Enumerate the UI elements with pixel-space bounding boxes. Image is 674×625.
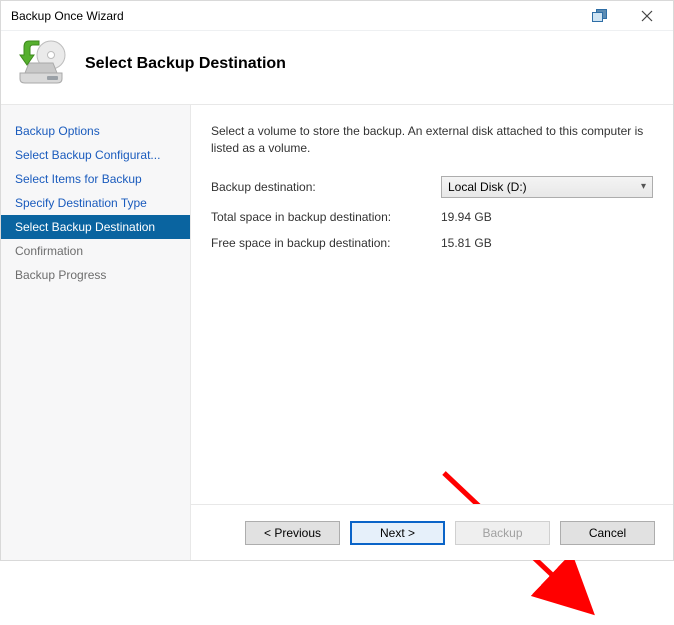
previous-button[interactable]: < Previous bbox=[245, 521, 340, 545]
window-title: Backup Once Wizard bbox=[11, 9, 577, 23]
sidebar-item-destination-type[interactable]: Specify Destination Type bbox=[1, 191, 190, 215]
free-space-label: Free space in backup destination: bbox=[211, 236, 441, 250]
wizard-window: Backup Once Wizard bbox=[0, 0, 674, 561]
sidebar-item-backup-options[interactable]: Backup Options bbox=[1, 119, 190, 143]
total-space-value: 19.94 GB bbox=[441, 210, 492, 224]
cancel-button[interactable]: Cancel bbox=[560, 521, 655, 545]
step-sidebar: Backup Options Select Backup Configurat.… bbox=[1, 105, 191, 560]
sidebar-item-backup-destination[interactable]: Select Backup Destination bbox=[1, 215, 190, 239]
backup-button: Backup bbox=[455, 521, 550, 545]
wizard-header: Select Backup Destination bbox=[1, 31, 673, 105]
next-button[interactable]: Next > bbox=[350, 521, 445, 545]
backup-disc-icon bbox=[17, 39, 67, 88]
destination-label: Backup destination: bbox=[211, 180, 441, 194]
titlebar-controls bbox=[577, 2, 669, 30]
sidebar-item-select-items[interactable]: Select Items for Backup bbox=[1, 167, 190, 191]
wizard-body: Backup Options Select Backup Configurat.… bbox=[1, 105, 673, 560]
free-space-value: 15.81 GB bbox=[441, 236, 492, 250]
chevron-down-icon: ▾ bbox=[641, 181, 646, 192]
sidebar-item-progress[interactable]: Backup Progress bbox=[1, 263, 190, 287]
sidebar-item-select-config[interactable]: Select Backup Configurat... bbox=[1, 143, 190, 167]
row-destination: Backup destination: Local Disk (D:) ▾ bbox=[211, 176, 653, 198]
main-panel: Select a volume to store the backup. An … bbox=[191, 105, 673, 504]
titlebar: Backup Once Wizard bbox=[1, 1, 673, 31]
restore-icon[interactable] bbox=[577, 2, 622, 30]
sidebar-item-confirmation[interactable]: Confirmation bbox=[1, 239, 190, 263]
total-space-label: Total space in backup destination: bbox=[211, 210, 441, 224]
row-total-space: Total space in backup destination: 19.94… bbox=[211, 210, 653, 224]
page-title: Select Backup Destination bbox=[85, 55, 286, 73]
row-free-space: Free space in backup destination: 15.81 … bbox=[211, 236, 653, 250]
destination-dropdown[interactable]: Local Disk (D:) ▾ bbox=[441, 176, 653, 198]
destination-selected-value: Local Disk (D:) bbox=[448, 180, 527, 194]
close-icon[interactable] bbox=[624, 2, 669, 30]
intro-text: Select a volume to store the backup. An … bbox=[211, 123, 653, 158]
wizard-footer: < Previous Next > Backup Cancel bbox=[191, 504, 673, 560]
